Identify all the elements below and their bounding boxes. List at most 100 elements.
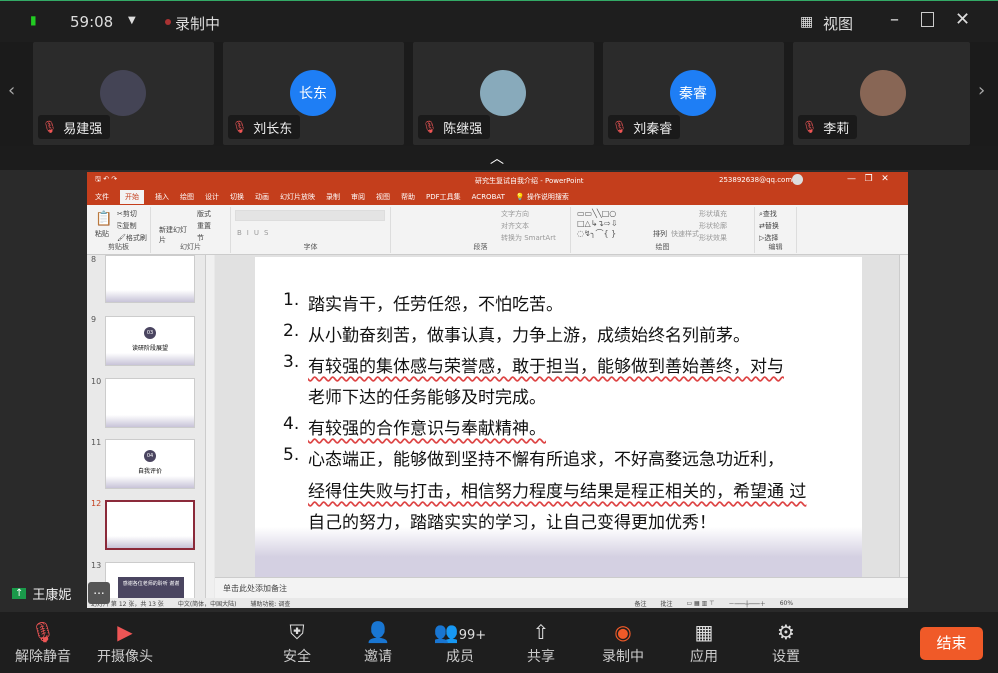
- video-off-icon: ▶: [117, 620, 133, 644]
- unmute-button[interactable]: 🎙 解除静音: [8, 618, 78, 666]
- cut-button[interactable]: ✂剪切: [117, 209, 137, 219]
- zoom-level[interactable]: 60%: [780, 600, 793, 607]
- muted-mic-icon: 🎙: [422, 120, 438, 134]
- muted-mic-icon: 🎙: [42, 120, 58, 134]
- list-number: 5.: [283, 445, 300, 465]
- view-buttons[interactable]: ▭ ▦ ▥ ⊤: [686, 600, 714, 607]
- copy-button[interactable]: ⎘复制: [117, 221, 137, 231]
- align-text-button[interactable]: 对齐文本: [501, 221, 529, 231]
- zoom-slider[interactable]: －───┼───＋: [728, 599, 765, 608]
- next-page-arrow[interactable]: ›: [978, 80, 985, 101]
- participant-tile[interactable]: 🎙 易建强: [33, 42, 214, 145]
- tab-transitions[interactable]: 切换: [230, 192, 244, 202]
- shape-outline-button[interactable]: 形状轮廓: [699, 221, 727, 231]
- layout-button[interactable]: 版式: [197, 209, 211, 219]
- tab-home[interactable]: 开始: [120, 189, 144, 204]
- meeting-timer: 59:08: [70, 13, 114, 31]
- notes-pane[interactable]: 单击此处添加备注: [215, 577, 908, 598]
- recording-button[interactable]: ◉ 录制中: [588, 618, 658, 666]
- shape-fill-button[interactable]: 形状填充: [699, 209, 727, 219]
- replace-button[interactable]: ⇄替换: [759, 221, 779, 231]
- find-button[interactable]: ⌕查找: [759, 209, 777, 219]
- window-controls[interactable]: — ❐ ✕: [847, 174, 889, 184]
- font-format-buttons[interactable]: BIUS: [237, 229, 273, 237]
- end-meeting-button[interactable]: 结束: [920, 627, 983, 660]
- slide-number: 9: [91, 315, 97, 324]
- collapse-strip-chevron-icon[interactable]: ︿: [490, 148, 504, 168]
- share-button[interactable]: ⇧ 共享: [506, 618, 576, 666]
- slide-number: 8: [91, 255, 97, 264]
- slide-thumbnail[interactable]: [105, 378, 195, 428]
- participant-tile[interactable]: 秦睿 🎙 刘秦睿: [603, 42, 784, 145]
- slide-thumbnail[interactable]: 03 读研阶段展望: [105, 316, 195, 366]
- font-name-box[interactable]: [235, 210, 385, 221]
- account-avatar[interactable]: [792, 174, 803, 185]
- group-label: 绘图: [655, 243, 670, 251]
- slide-thumbnail-selected[interactable]: [105, 500, 195, 550]
- comments-button[interactable]: 批注: [660, 599, 672, 608]
- tab-pdf[interactable]: PDF工具集: [426, 192, 461, 202]
- list-number: 1.: [283, 290, 300, 310]
- close-button[interactable]: ✕: [955, 9, 970, 30]
- tell-me-search[interactable]: 💡 操作说明搜索: [516, 192, 569, 202]
- minimize-button[interactable]: –: [890, 9, 899, 30]
- clipboard-group: 📋 粘贴 ✂剪切 ⎘复制 🖌格式刷 剪贴板: [87, 207, 151, 253]
- view-icon[interactable]: ▦: [800, 14, 813, 30]
- signal-icon[interactable]: ▮: [30, 13, 37, 27]
- slide-number: 12: [91, 499, 102, 508]
- slide-text-line: 踏实肯干，任劳任怨，不怕吃苦。: [308, 295, 563, 315]
- paste-icon[interactable]: 📋: [95, 211, 112, 227]
- avatar: 秦睿: [670, 70, 716, 116]
- sharer-name: 王康妮: [32, 587, 72, 603]
- prev-page-arrow[interactable]: ‹: [8, 80, 15, 101]
- apps-button[interactable]: ▦ 应用: [669, 618, 739, 666]
- notes-button[interactable]: 备注: [634, 599, 646, 608]
- quick-styles-button[interactable]: 快速样式: [671, 229, 699, 239]
- tab-acrobat[interactable]: ACROBAT: [472, 193, 505, 201]
- slide-thumbnail[interactable]: [105, 255, 195, 303]
- accessibility-status[interactable]: 辅助功能: 调查: [251, 599, 291, 608]
- participant-tile[interactable]: 🎙 陈继强: [413, 42, 594, 145]
- muted-mic-icon: 🎙: [612, 120, 628, 134]
- paste-button[interactable]: 粘贴: [95, 229, 109, 239]
- slide-thumbnail[interactable]: 04 自我评价: [105, 439, 195, 489]
- save-icon[interactable]: 🖫 ↶ ↷: [95, 175, 117, 186]
- settings-button[interactable]: ⚙ 设置: [751, 618, 821, 666]
- tab-design[interactable]: 设计: [205, 192, 219, 202]
- status-bar: 幻灯片 第 12 张，共 13 张 中文(简体，中国大陆) 辅助功能: 调查 备…: [87, 598, 908, 608]
- view-button[interactable]: 视图: [823, 13, 853, 34]
- language-status[interactable]: 中文(简体，中国大陆): [178, 599, 237, 608]
- maximize-button[interactable]: [921, 12, 934, 27]
- shapes-gallery[interactable]: ▭▭╲╲□○ □△↳↴⇨⇩ ◌↯╮⌒{ }: [577, 209, 637, 239]
- thumbnails-scrollbar[interactable]: [205, 255, 214, 598]
- arrange-button[interactable]: 排列: [653, 229, 667, 239]
- participant-tile[interactable]: 🎙 李莉: [793, 42, 970, 145]
- dropdown-icon[interactable]: ▼: [128, 15, 136, 26]
- participant-name: 易建强: [63, 121, 103, 137]
- reset-button[interactable]: 重置: [197, 221, 211, 231]
- slide-scrollbar[interactable]: [899, 255, 908, 577]
- tab-help[interactable]: 帮助: [401, 192, 415, 202]
- security-button[interactable]: ⛨ 安全: [262, 618, 332, 666]
- invite-button[interactable]: 👤 邀请: [343, 618, 413, 666]
- participant-name: 陈继强: [443, 121, 483, 137]
- tab-record[interactable]: 录制: [326, 192, 340, 202]
- participant-tile[interactable]: 长东 🎙 刘长东: [223, 42, 404, 145]
- tab-review[interactable]: 审阅: [351, 192, 365, 202]
- slide-text-line: 心态端正，能够做到坚持不懈有所追求，不好高婺远急功近利，: [308, 450, 784, 470]
- tab-slideshow[interactable]: 幻灯片放映: [280, 192, 315, 202]
- start-video-button[interactable]: ▶ 开摄像头: [90, 618, 160, 666]
- group-label: 幻灯片: [180, 243, 201, 251]
- current-slide[interactable]: 1. 踏实肯干，任劳任怨，不怕吃苦。 2. 从小勤奋刻苦，做事认真，力争上游，成…: [255, 257, 862, 577]
- tab-view[interactable]: 视图: [376, 192, 390, 202]
- tab-animations[interactable]: 动画: [255, 192, 269, 202]
- tab-draw[interactable]: 绘图: [180, 192, 194, 202]
- tab-file[interactable]: 文件: [95, 192, 109, 202]
- more-options-button[interactable]: ...: [88, 582, 110, 604]
- tab-insert[interactable]: 插入: [155, 192, 169, 202]
- text-direction-button[interactable]: 文字方向: [501, 209, 529, 219]
- members-button[interactable]: 👥99+ 成员: [425, 618, 495, 666]
- account-email[interactable]: 253892638@qq.com: [719, 176, 792, 184]
- list-number: 3.: [283, 352, 300, 372]
- slide-text-line: 有较强的合作意识与奉献精神。: [308, 419, 546, 439]
